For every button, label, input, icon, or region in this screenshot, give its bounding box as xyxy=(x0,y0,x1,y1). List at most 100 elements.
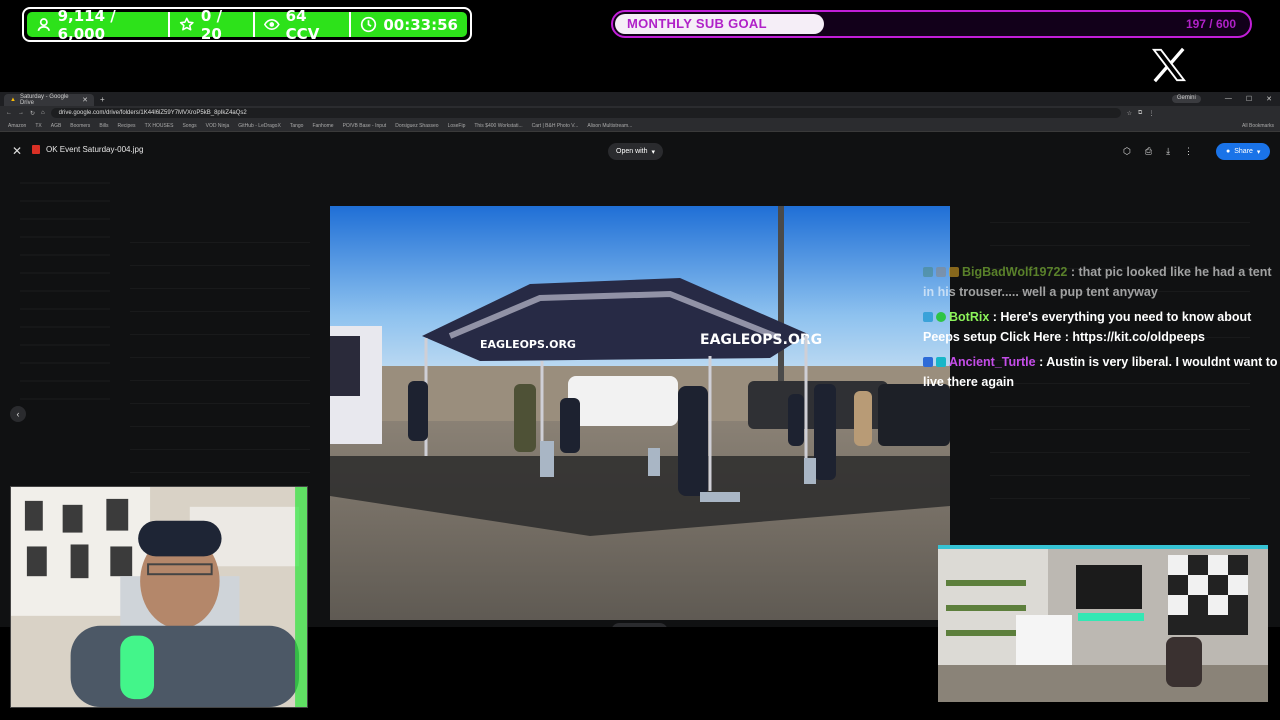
tent-text: EAGLEOPS.ORG xyxy=(700,332,822,348)
badge-icon xyxy=(936,267,946,277)
bookmark-item[interactable]: Alison Multistream... xyxy=(587,123,632,129)
zoom-out-icon[interactable]: − xyxy=(618,626,624,627)
viewer-toolbar: ✕ OK Event Saturday-004.jpg Open with ▾ … xyxy=(0,132,1280,168)
new-tab-button[interactable]: + xyxy=(100,95,105,104)
home-icon[interactable]: ⌂ xyxy=(41,110,45,116)
badge-icon xyxy=(923,267,933,277)
chair xyxy=(1166,637,1202,687)
bookmark-item[interactable]: Fanhome xyxy=(312,123,333,129)
stat-followers-value: 9,114 / 6,000 xyxy=(57,6,116,43)
stat-uptime: 00:33:56 xyxy=(349,12,467,37)
bookmark-item[interactable]: TX xyxy=(35,123,41,129)
tent-text-left: EAGLEOPS.ORG xyxy=(480,338,576,351)
chat-message: BotRix : Here's everything you need to k… xyxy=(923,310,1252,344)
mic xyxy=(120,635,155,700)
zoom-reset-icon[interactable]: ⌕ xyxy=(637,626,643,627)
bookmark-item[interactable]: VOD Ninja xyxy=(206,123,230,129)
badge-icon xyxy=(923,357,933,367)
floor xyxy=(938,665,1268,702)
close-icon[interactable]: ✕ xyxy=(82,96,88,104)
cap xyxy=(138,520,222,557)
stat-viewers-value: 64 CCV xyxy=(285,6,320,43)
bookmark-star-icon[interactable]: ☆ xyxy=(1127,110,1132,117)
extensions-icon[interactable]: ⧉ xyxy=(1138,110,1142,117)
pole xyxy=(778,206,784,396)
back-icon[interactable]: ← xyxy=(6,110,12,116)
bookmark-item[interactable]: Amazon xyxy=(8,123,26,129)
event-photo[interactable]: EAGLEOPS.ORG EAGLEOPS.ORG xyxy=(330,206,950,620)
bookmark-item[interactable]: GitHub - LeDragoX xyxy=(238,123,281,129)
chat-username: Ancient_Turtle xyxy=(949,355,1036,369)
open-with-label: Open with xyxy=(616,148,648,155)
stat-followers: 9,114 / 6,000 xyxy=(27,7,168,43)
stat-viewers: 64 CCV xyxy=(253,7,349,43)
url-text: drive.google.com/drive/folders/1K44l6lZ5… xyxy=(58,110,247,116)
bookmark-item[interactable]: This $400 Workstati... xyxy=(474,123,522,129)
caret-down-icon: ▾ xyxy=(651,148,656,156)
bookmark-item[interactable]: Boomers xyxy=(70,123,90,129)
address-row: ← → ↻ ⌂ drive.google.com/drive/folders/1… xyxy=(0,106,1280,120)
zoom-controls: − ⌕ + xyxy=(611,623,668,627)
desk-led xyxy=(1078,613,1144,621)
star-icon xyxy=(180,17,195,31)
download-icon[interactable]: ⤓ xyxy=(1166,146,1170,157)
sub-goal-bar: MONTHLY SUB GOAL 197 / 600 xyxy=(611,10,1252,38)
teal-light xyxy=(938,545,1268,549)
close-viewer-icon[interactable]: ✕ xyxy=(12,144,22,158)
menu-icon[interactable]: ⋮ xyxy=(1148,110,1154,117)
bookmark-item[interactable]: TX HOUSES xyxy=(145,123,174,129)
tv xyxy=(1076,565,1142,609)
close-window-icon[interactable]: ✕ xyxy=(1266,95,1272,103)
caret-down-icon: ▾ xyxy=(1256,148,1261,156)
minimize-icon[interactable]: — xyxy=(1225,95,1232,103)
add-shortcut-icon[interactable]: ⬡ xyxy=(1123,146,1131,157)
gemini-button[interactable]: Gemini xyxy=(1171,95,1201,103)
room-camera xyxy=(938,545,1268,702)
bookmark-item[interactable]: Recipes xyxy=(117,123,135,129)
zoom-in-icon[interactable]: + xyxy=(656,626,662,627)
badge-icon xyxy=(923,312,933,322)
trailer-flag xyxy=(330,336,360,396)
viewer-tools: ⬡ ⎙ ⤓ ⋮ xyxy=(1123,146,1193,157)
all-bookmarks[interactable]: All Bookmarks xyxy=(1242,123,1280,129)
reload-icon[interactable]: ↻ xyxy=(30,110,35,117)
cube-shelf xyxy=(1016,615,1072,665)
bookmarks-bar: Amazon TX AGB Boomers Bills Recipes TX HOUSES S… xyxy=(0,120,1280,132)
x-logo-icon xyxy=(1151,47,1187,83)
stat-subs-value: 0 / 20 xyxy=(200,6,223,43)
hoodie xyxy=(70,625,300,707)
more-icon[interactable]: ⋮ xyxy=(1184,146,1193,157)
bookmark-item[interactable]: Bills xyxy=(99,123,108,129)
bookmark-item[interactable]: Songs xyxy=(182,123,196,129)
previous-image-button[interactable]: ‹ xyxy=(10,406,26,422)
bookmark-item[interactable]: Tango xyxy=(290,123,304,129)
stream-stats-bar: 9,114 / 6,000 0 / 20 64 CCV 00:33:56 xyxy=(22,7,472,43)
bookmark-item[interactable]: Cart | B&H Photo V... xyxy=(532,123,579,129)
maximize-icon[interactable]: ☐ xyxy=(1246,95,1252,103)
timer-icon xyxy=(361,16,377,33)
tab-drive[interactable]: ▲ Saturday - Google Drive ✕ xyxy=(4,94,94,106)
share-label: Share xyxy=(1234,148,1253,155)
white-suv xyxy=(568,376,678,426)
stat-subs: 0 / 20 xyxy=(168,7,253,43)
tab-strip: ▲ Saturday - Google Drive ✕ + Gemini — ☐… xyxy=(0,92,1280,106)
window-controls: Gemini — ☐ ✕ xyxy=(1171,95,1280,103)
badge-icon xyxy=(936,357,946,367)
badge-icon xyxy=(949,267,959,277)
bookmark-item[interactable]: AGB xyxy=(51,123,62,129)
bookmark-item[interactable]: LoseFip xyxy=(448,123,466,129)
green-light xyxy=(295,487,307,707)
file-name: OK Event Saturday-004.jpg xyxy=(46,145,144,154)
address-bar[interactable]: drive.google.com/drive/folders/1K44l6lZ5… xyxy=(50,108,1121,118)
bookmark-item[interactable]: Dorsiguez Shasseo xyxy=(395,123,438,129)
lock-icon: ● xyxy=(1226,148,1231,155)
stream-canvas: 9,114 / 6,000 0 / 20 64 CCV 00:33:56 MON… xyxy=(0,0,1280,720)
chat-username: BigBadWolf19722 xyxy=(962,265,1068,279)
print-icon[interactable]: ⎙ xyxy=(1145,146,1152,157)
streamer-webcam xyxy=(10,486,308,708)
open-with-button[interactable]: Open with ▾ xyxy=(608,143,664,160)
sub-goal-count: 197 / 600 xyxy=(1185,17,1236,31)
forward-icon[interactable]: → xyxy=(18,110,24,116)
share-button[interactable]: ● Share ▾ xyxy=(1216,143,1271,160)
bookmark-item[interactable]: PO/VB Base - Input xyxy=(343,123,387,129)
